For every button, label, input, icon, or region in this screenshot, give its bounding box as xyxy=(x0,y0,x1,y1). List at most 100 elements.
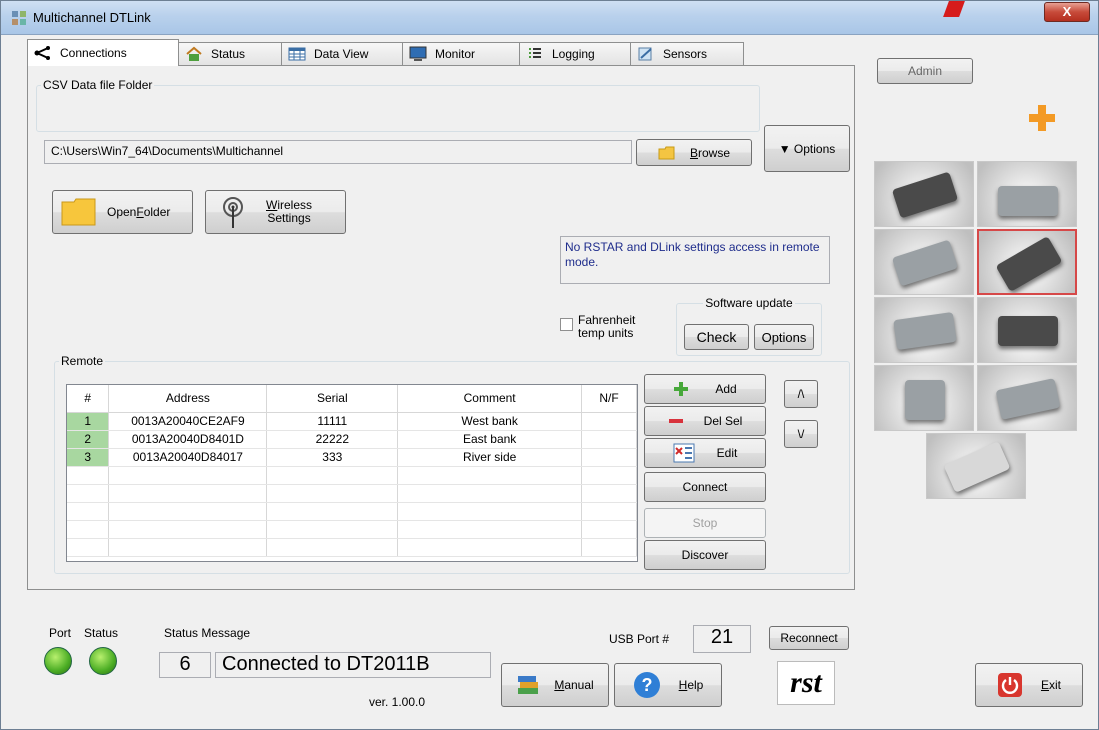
device-thumbnail[interactable] xyxy=(926,433,1026,499)
reconnect-button[interactable]: Reconnect xyxy=(769,626,849,650)
table-row[interactable] xyxy=(67,538,637,557)
device-image xyxy=(893,311,957,351)
device-thumbnail[interactable] xyxy=(874,365,974,431)
connect-button[interactable]: Connect xyxy=(644,472,766,502)
column-header[interactable]: # xyxy=(67,385,110,413)
exit-label: xit xyxy=(1049,678,1061,692)
row-serial: 11111 xyxy=(266,412,399,431)
column-header[interactable]: N/F xyxy=(581,385,637,413)
brand-accent xyxy=(943,1,965,17)
column-header[interactable]: Comment xyxy=(397,385,583,413)
device-image xyxy=(998,186,1058,216)
fahrenheit-checkbox[interactable] xyxy=(560,318,573,331)
wireless-line1: ireless xyxy=(277,198,313,212)
tab-status[interactable]: Status xyxy=(178,42,282,65)
table-row[interactable]: 2 0013A20040D8401D 22222 East bank xyxy=(67,430,637,449)
browse-button[interactable]: Browse xyxy=(636,139,752,166)
column-header[interactable]: Address xyxy=(108,385,268,413)
edit-button[interactable]: Edit xyxy=(644,438,766,468)
power-icon xyxy=(997,673,1022,697)
minus-icon xyxy=(668,419,683,423)
tab-connections[interactable]: Connections xyxy=(27,39,179,66)
plus-icon xyxy=(674,382,689,396)
window-title: Multichannel DTLink xyxy=(33,10,151,25)
port-label: Port xyxy=(49,626,72,640)
row-comment: East bank xyxy=(397,430,583,449)
table-row[interactable] xyxy=(67,520,637,539)
help-label: elp xyxy=(687,678,704,692)
device-thumbnail[interactable] xyxy=(977,365,1077,431)
version-text: ver. 1.00.0 xyxy=(369,695,426,709)
table-row[interactable]: 1 0013A20040CE2AF9 11111 West bank xyxy=(67,412,637,431)
open-folder-post: older xyxy=(143,205,171,219)
usb-port-label: USB Port # xyxy=(609,632,670,646)
fahrenheit-line2: temp units xyxy=(578,326,634,340)
column-header[interactable]: Serial xyxy=(266,385,399,413)
tab-monitor[interactable]: Monitor xyxy=(402,42,520,65)
tab-sensors[interactable]: Sensors xyxy=(630,42,744,65)
csv-folder-group: CSV Data file Folder xyxy=(36,78,760,132)
row-nf xyxy=(581,412,637,431)
update-options-button[interactable]: Options xyxy=(754,324,814,350)
manual-button[interactable]: Manual xyxy=(501,663,609,707)
software-update-legend: Software update xyxy=(705,296,793,310)
add-label: Add xyxy=(715,382,737,396)
table-row[interactable] xyxy=(67,466,637,485)
add-device-icon[interactable] xyxy=(1027,103,1057,133)
rst-logo-text: rst xyxy=(790,666,822,699)
delete-selected-button[interactable]: Del Sel xyxy=(644,406,766,436)
open-folder-button[interactable]: Open Folder xyxy=(52,190,193,234)
move-up-button[interactable]: /\ xyxy=(784,380,818,408)
device-image xyxy=(995,236,1063,292)
books-icon xyxy=(518,676,539,694)
edit-table-icon xyxy=(673,443,695,463)
wireless-settings-button[interactable]: Wireless Settings xyxy=(205,190,346,234)
connection-status-led xyxy=(89,647,117,675)
rst-logo: rst xyxy=(777,661,835,705)
status-code-field: 6 xyxy=(159,652,211,678)
tab-logging[interactable]: Logging xyxy=(519,42,631,65)
wireless-antenna-icon xyxy=(223,197,243,228)
tab-data-view[interactable]: Data View xyxy=(281,42,403,65)
device-thumbnail[interactable] xyxy=(874,161,974,227)
row-comment: River side xyxy=(397,448,583,467)
exit-button[interactable]: Exit xyxy=(975,663,1083,707)
device-thumbnail[interactable] xyxy=(874,297,974,363)
manual-label: anual xyxy=(564,678,594,692)
device-thumbnail[interactable] xyxy=(977,161,1077,227)
device-thumbnail-selected[interactable] xyxy=(977,229,1077,295)
browse-label: rowse xyxy=(698,145,731,160)
table-row[interactable]: 3 0013A20040D84017 333 River side xyxy=(67,448,637,467)
move-down-button[interactable]: \/ xyxy=(784,420,818,448)
share-icon xyxy=(34,46,50,60)
list-icon xyxy=(529,48,541,58)
status-message-label: Status Message xyxy=(164,626,251,640)
help-icon: ? xyxy=(633,672,660,698)
discover-button[interactable]: Discover xyxy=(644,540,766,570)
device-thumbnail[interactable] xyxy=(977,297,1077,363)
options-dropdown-button[interactable]: ▼ Options xyxy=(764,125,850,172)
device-image xyxy=(891,239,959,287)
csv-folder-legend: CSV Data file Folder xyxy=(43,78,153,92)
table-icon xyxy=(288,47,306,61)
close-button[interactable]: X xyxy=(1044,2,1090,22)
device-thumbnail[interactable] xyxy=(874,229,974,295)
help-button[interactable]: ? Help xyxy=(614,663,722,707)
stop-button[interactable]: Stop xyxy=(644,508,766,538)
tab-label: Status xyxy=(211,47,246,61)
tab-label: Monitor xyxy=(435,47,476,61)
add-button[interactable]: Add xyxy=(644,374,766,404)
admin-button[interactable]: Admin xyxy=(877,58,973,84)
status-message-field: Connected to DT2011B xyxy=(215,652,491,678)
remote-mode-message: No RSTAR and DLink settings access in re… xyxy=(560,236,830,284)
tab-label: Data View xyxy=(314,47,369,61)
usb-port-field[interactable]: 21 xyxy=(693,625,751,653)
csv-path-field[interactable]: C:\Users\Win7_64\Documents\Multichannel xyxy=(44,140,632,164)
tab-label: Connections xyxy=(60,46,127,60)
browse-mnemonic: B xyxy=(689,145,698,160)
open-folder-mnemonic: F xyxy=(136,205,144,219)
table-row[interactable] xyxy=(67,502,637,521)
remote-table: # Address Serial Comment N/F 1 0013A2004… xyxy=(67,385,637,557)
table-row[interactable] xyxy=(67,484,637,503)
check-update-button[interactable]: Check xyxy=(684,324,749,350)
